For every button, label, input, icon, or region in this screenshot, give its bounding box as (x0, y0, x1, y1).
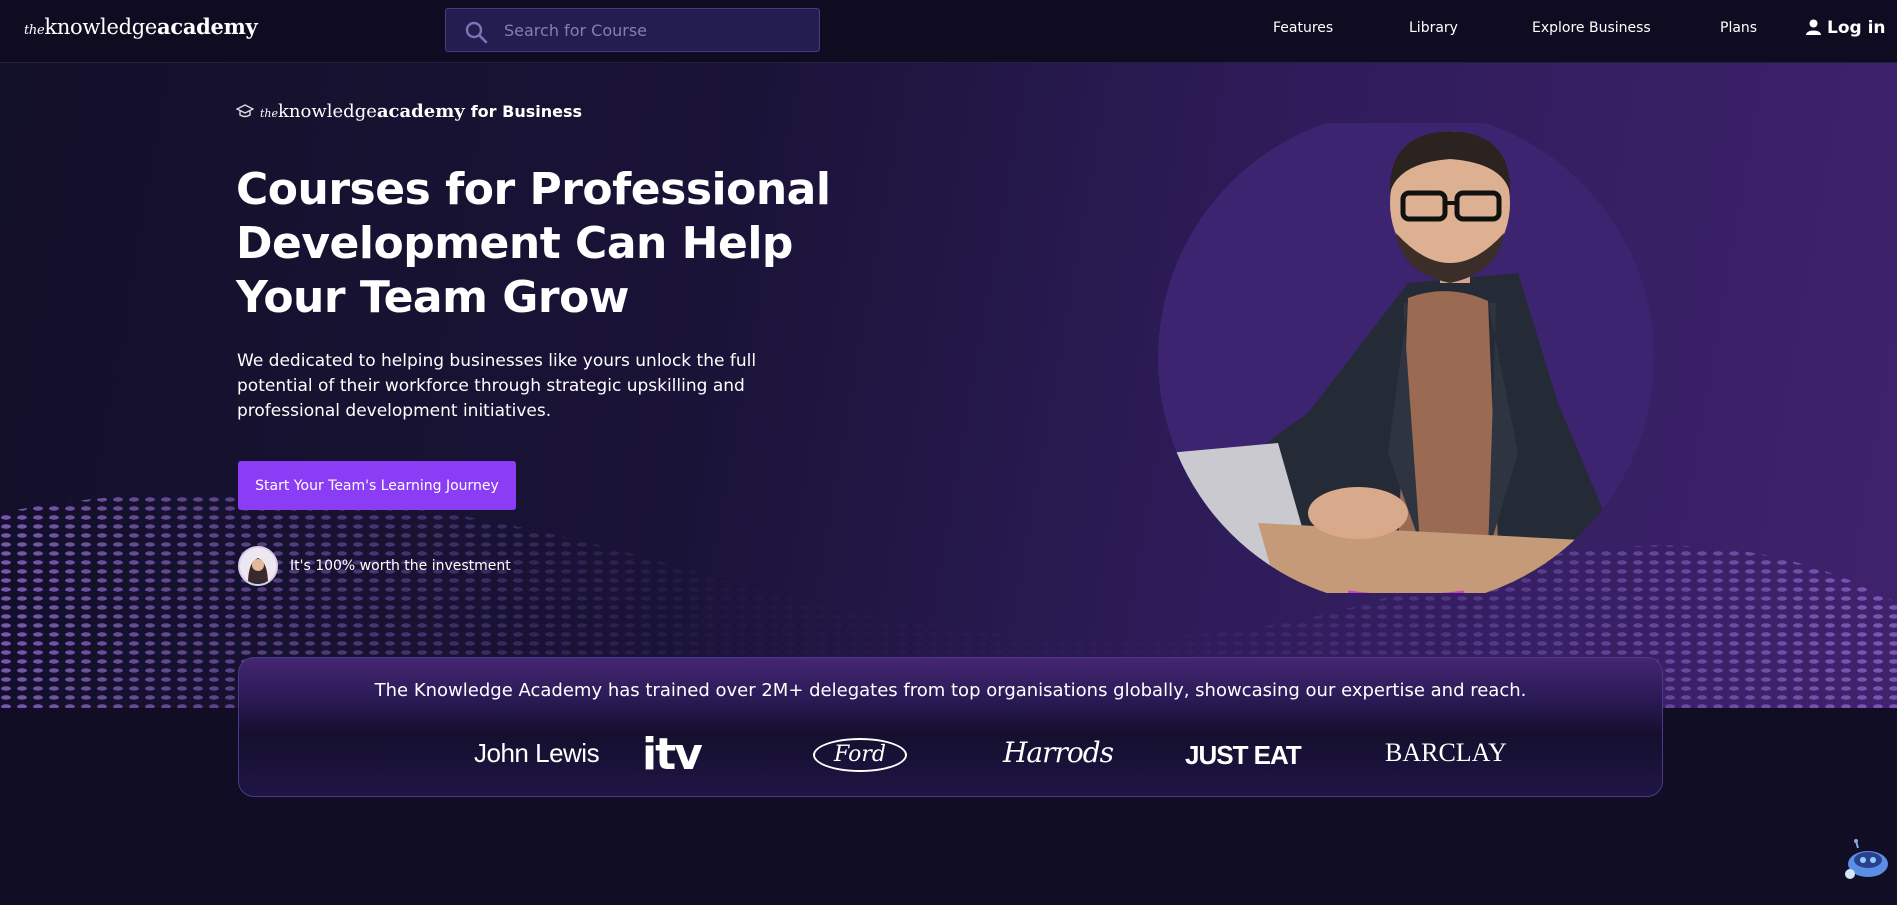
trusted-by-text: The Knowledge Academy has trained over 2… (374, 680, 1527, 701)
ford-logo: Ford (813, 738, 907, 772)
testimonial-avatar (238, 546, 278, 586)
just-eat-logo: JUST EAT (1185, 740, 1302, 770)
testimonial: It's 100% worth the investment (238, 546, 511, 586)
hero-title: Courses for Professional Development Can… (236, 164, 831, 323)
hero-section: theknowledgeacademy for Business Courses … (0, 63, 1897, 708)
start-learning-journey-button[interactable]: Start Your Team's Learning Journey (238, 461, 516, 510)
login-label: Log in (1827, 18, 1886, 38)
logo-academy: academy (157, 14, 258, 39)
testimonial-text: It's 100% worth the investment (290, 558, 511, 574)
hero-description: We dedicated to helping businesses like … (237, 351, 757, 421)
search-input[interactable] (504, 9, 804, 51)
user-icon (1806, 19, 1821, 35)
brand-knowledge: knowledge (278, 101, 377, 122)
itv-logo: itv (642, 729, 703, 780)
brand-academy: academy (376, 101, 465, 122)
logo-the: the (24, 23, 45, 38)
search-icon (465, 21, 488, 44)
graduation-cap-icon (235, 104, 255, 118)
nav-link-explore-business[interactable]: Explore Business (1532, 20, 1651, 36)
brand-the: the (260, 107, 279, 120)
brand-for-business: for Business (470, 102, 583, 121)
trusted-by-panel: The Knowledge Academy has trained over 2… (238, 657, 1663, 797)
nav-link-features[interactable]: Features (1273, 20, 1333, 36)
chatbot-icon[interactable] (1840, 838, 1892, 882)
harrods-logo: Harrods (1003, 736, 1114, 769)
nav-link-plans[interactable]: Plans (1720, 20, 1757, 36)
search-box[interactable] (445, 8, 820, 52)
barclay-logo: BARCLAY (1385, 738, 1507, 767)
john-lewis-logo: John Lewis (474, 738, 600, 768)
business-brand: theknowledgeacademy for Business (235, 101, 583, 122)
site-logo[interactable]: theknowledgeacademy (24, 14, 258, 39)
login-button[interactable]: Log in (1806, 18, 1886, 38)
nav-link-library[interactable]: Library (1409, 20, 1458, 36)
top-navbar: theknowledgeacademy Features Library Exp… (0, 0, 1897, 63)
logo-knowledge: knowledge (44, 15, 158, 39)
businessman-portrait (1158, 123, 1654, 593)
